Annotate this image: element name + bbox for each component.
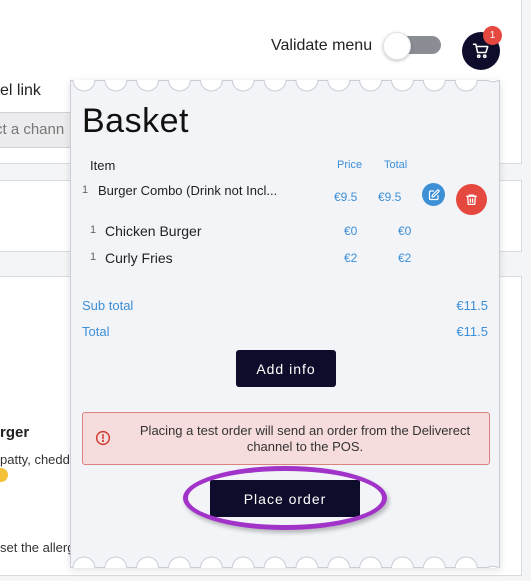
subtotal-label: Sub total — [82, 298, 134, 313]
basket-panel: Basket Item Price Total 1 Burger Combo (… — [70, 80, 500, 568]
item-quantity: 1 — [90, 251, 97, 263]
basket-subitem-row: 1 Curly Fries €2 €2 — [71, 250, 499, 272]
receipt-edge-top — [71, 80, 499, 92]
basket-subitem-row: 1 Chicken Burger €0 €0 — [71, 223, 499, 245]
validate-menu-label: Validate menu — [271, 37, 373, 54]
item-total: €9.5 — [378, 190, 402, 204]
item-price: €9.5 — [334, 190, 358, 204]
edit-item-button[interactable] — [422, 183, 445, 206]
toggle-knob — [383, 32, 411, 60]
subtotal-value: €11.5 — [456, 298, 488, 313]
product-description: patty, chedda — [0, 452, 78, 467]
receipt-edge-bottom — [71, 556, 499, 568]
total-value: €11.5 — [456, 324, 488, 339]
trash-icon — [465, 194, 478, 206]
item-quantity: 1 — [90, 224, 97, 236]
cart-count-badge: 1 — [483, 26, 502, 45]
add-info-button[interactable]: Add info — [236, 350, 336, 387]
item-total: €0 — [398, 224, 412, 238]
edit-icon — [428, 188, 440, 200]
column-price-header: Price — [337, 159, 363, 171]
basket-title: Basket — [82, 102, 189, 140]
validate-menu-toggle[interactable] — [383, 32, 443, 60]
place-order-button[interactable]: Place order — [210, 480, 360, 517]
item-quantity: 1 — [82, 184, 89, 196]
warning-circle-icon — [95, 430, 111, 446]
item-name: Burger Combo (Drink not Incl... — [98, 183, 278, 198]
channel-link-label: el link — [0, 82, 41, 99]
item-total: €2 — [398, 251, 412, 265]
product-title: rger — [0, 424, 30, 441]
total-label: Total — [82, 324, 110, 339]
allergen-text: set the allerg — [0, 540, 75, 555]
item-price: €0 — [344, 224, 358, 238]
column-item-header: Item — [90, 158, 116, 173]
item-name: Curly Fries — [105, 250, 173, 266]
item-price: €2 — [344, 251, 358, 265]
column-total-header: Total — [384, 159, 408, 171]
alert-message: Placing a test order will send an order … — [139, 423, 471, 454]
test-order-alert: Placing a test order will send an order … — [82, 412, 490, 465]
item-name: Chicken Burger — [105, 223, 202, 239]
delete-item-button[interactable] — [456, 184, 487, 215]
cart-icon — [472, 43, 489, 59]
